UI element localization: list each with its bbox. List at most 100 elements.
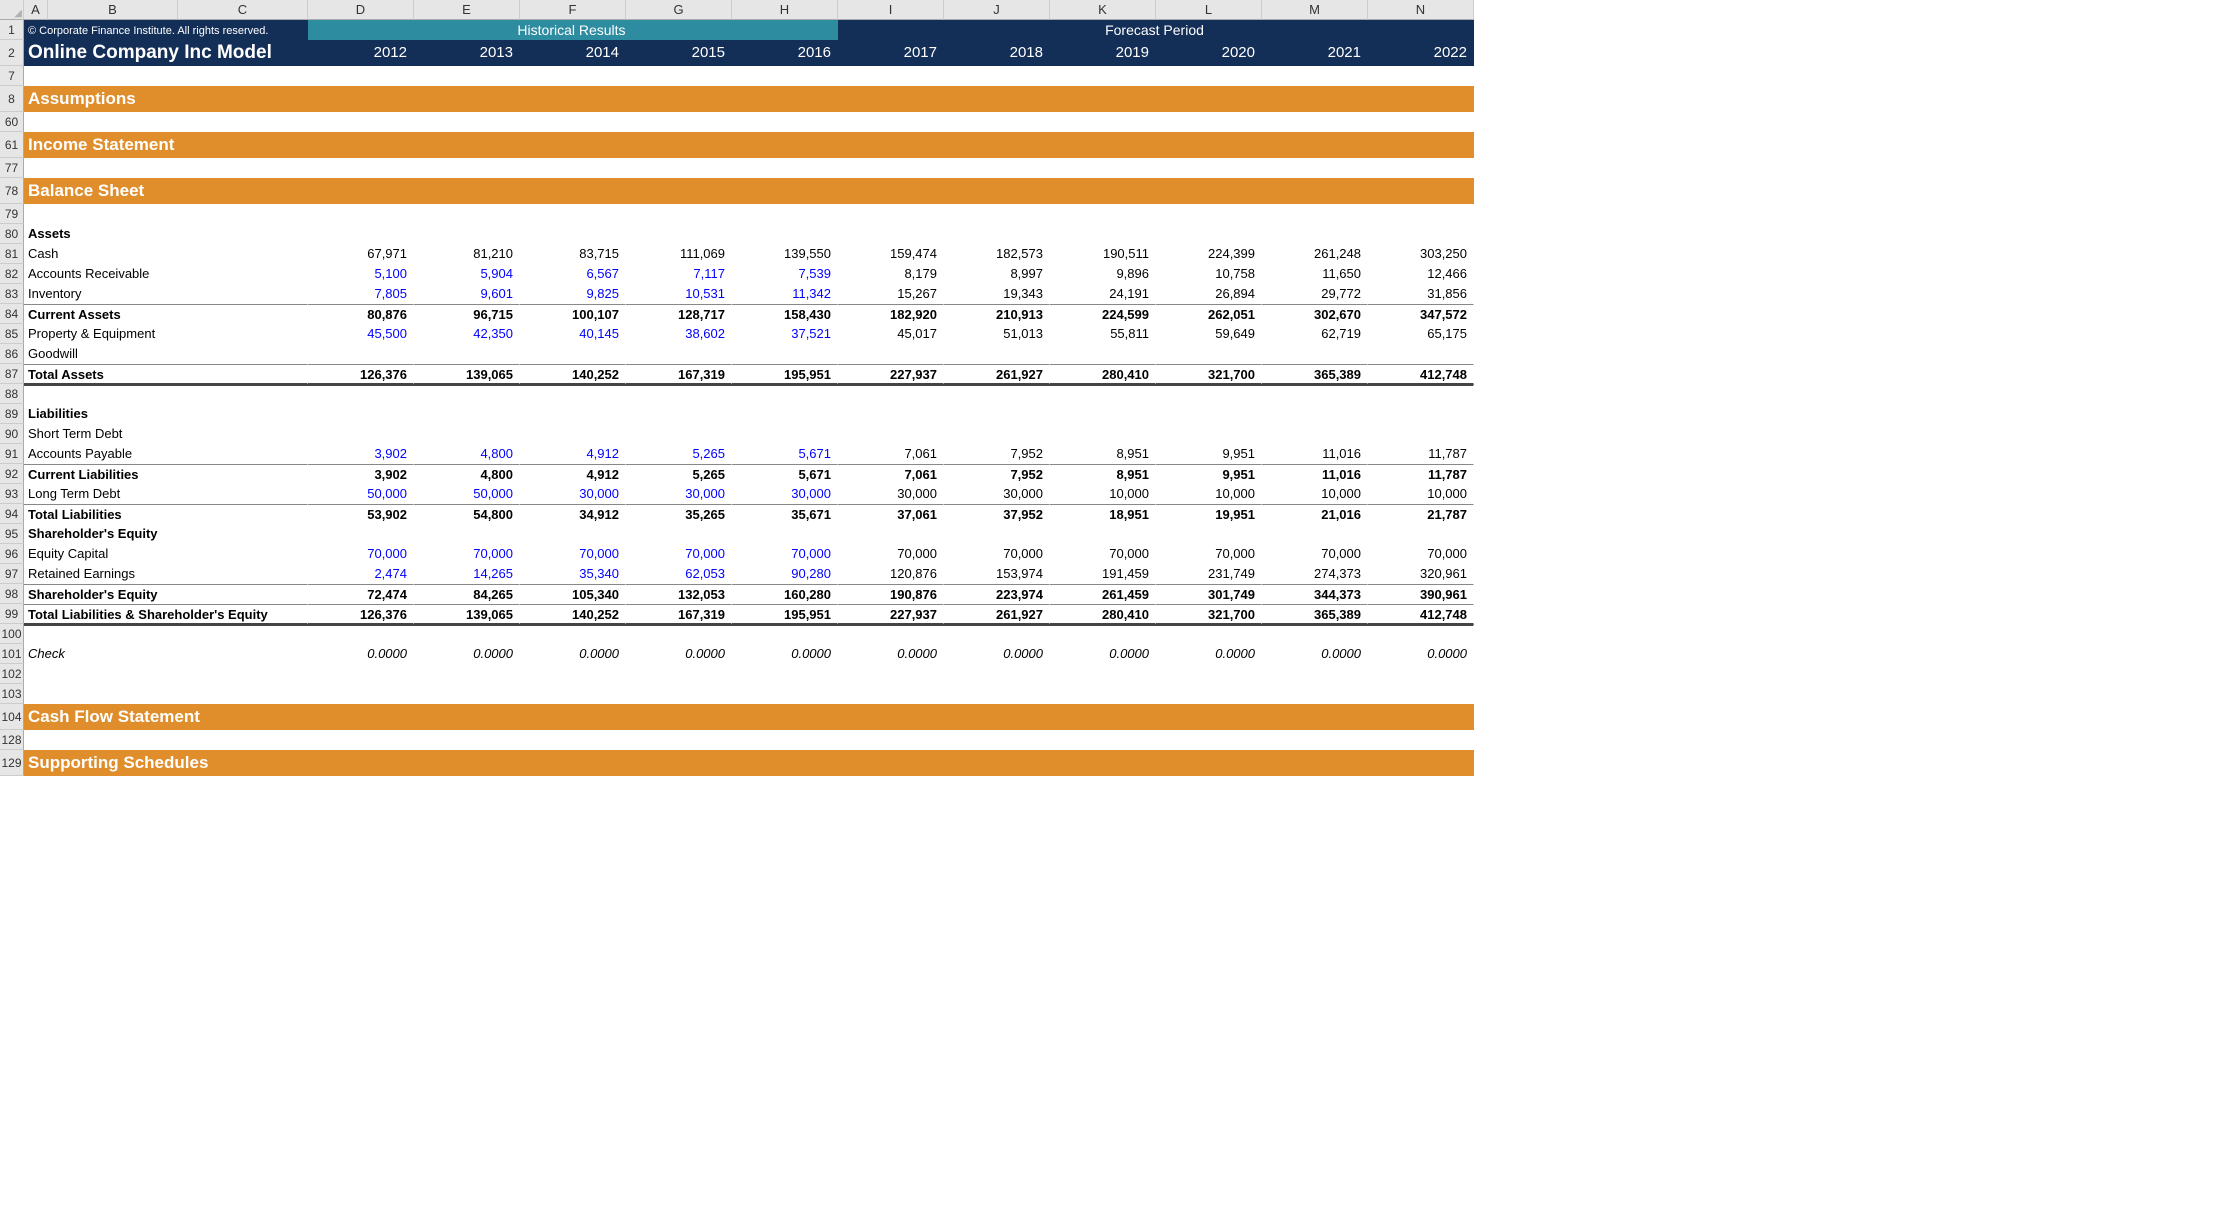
cell[interactable]: 50,000	[308, 484, 414, 504]
cell[interactable]: 0.0000	[732, 644, 838, 664]
cell[interactable]: 9,601	[414, 284, 520, 304]
cell[interactable]: 90,280	[732, 564, 838, 584]
spreadsheet-grid[interactable]: A B C D E F G H I J K L M N 1 © Corporat…	[0, 0, 2222, 776]
cell[interactable]: 14,265	[414, 564, 520, 584]
row-header[interactable]: 99	[0, 604, 24, 624]
label-she-total[interactable]: Shareholder's Equity	[24, 584, 308, 604]
col-header-M[interactable]: M	[1262, 0, 1368, 20]
col-header-L[interactable]: L	[1156, 0, 1262, 20]
row-header[interactable]: 94	[0, 504, 24, 524]
cell[interactable]: 45,500	[308, 324, 414, 344]
cell[interactable]: 10,000	[1368, 484, 1474, 504]
label-liabilities[interactable]: Liabilities	[24, 404, 308, 424]
cell[interactable]: 303,250	[1368, 244, 1474, 264]
cell[interactable]: 37,952	[944, 504, 1050, 524]
label-std[interactable]: Short Term Debt	[24, 424, 308, 444]
cell[interactable]: 153,974	[944, 564, 1050, 584]
cell[interactable]: 100,107	[520, 304, 626, 324]
label-ap[interactable]: Accounts Payable	[24, 444, 308, 464]
blank-row[interactable]	[24, 66, 1474, 86]
cell[interactable]: 280,410	[1050, 604, 1156, 624]
cell[interactable]: 321,700	[1156, 604, 1262, 624]
cell[interactable]: 11,787	[1368, 464, 1474, 484]
col-header-J[interactable]: J	[944, 0, 1050, 20]
cell[interactable]: 7,952	[944, 464, 1050, 484]
cell[interactable]: 19,343	[944, 284, 1050, 304]
cell[interactable]: 5,265	[626, 464, 732, 484]
cell[interactable]: 70,000	[1050, 544, 1156, 564]
cell[interactable]: 3,902	[308, 444, 414, 464]
row-header[interactable]: 2	[0, 40, 24, 66]
row-header[interactable]: 103	[0, 684, 24, 704]
cell[interactable]: 167,319	[626, 364, 732, 384]
cell[interactable]: 24,191	[1050, 284, 1156, 304]
cell[interactable]: 139,550	[732, 244, 838, 264]
year-2012[interactable]: 2012	[308, 40, 414, 66]
cell[interactable]: 9,825	[520, 284, 626, 304]
cell[interactable]: 38,602	[626, 324, 732, 344]
row-header[interactable]: 1	[0, 20, 24, 40]
blank-row[interactable]	[24, 158, 1474, 178]
row-header[interactable]: 84	[0, 304, 24, 324]
row-header[interactable]: 129	[0, 750, 24, 776]
cell[interactable]: 5,671	[732, 464, 838, 484]
row-header[interactable]: 88	[0, 384, 24, 404]
cell[interactable]: 7,539	[732, 264, 838, 284]
cell[interactable]: 81,210	[414, 244, 520, 264]
cell[interactable]: 54,800	[414, 504, 520, 524]
cell[interactable]: 224,599	[1050, 304, 1156, 324]
cell[interactable]: 35,265	[626, 504, 732, 524]
cell[interactable]: 158,430	[732, 304, 838, 324]
row-header[interactable]: 102	[0, 664, 24, 684]
row-header[interactable]: 77	[0, 158, 24, 178]
row-header[interactable]: 82	[0, 264, 24, 284]
row-header[interactable]: 8	[0, 86, 24, 112]
label-equity-capital[interactable]: Equity Capital	[24, 544, 308, 564]
cell[interactable]: 62,719	[1262, 324, 1368, 344]
cell[interactable]: 11,016	[1262, 464, 1368, 484]
cell[interactable]: 412,748	[1368, 364, 1474, 384]
row-header[interactable]: 7	[0, 66, 24, 86]
cell[interactable]: 31,856	[1368, 284, 1474, 304]
cell[interactable]: 96,715	[414, 304, 520, 324]
cell[interactable]: 105,340	[520, 584, 626, 604]
col-header-B[interactable]: B	[48, 0, 178, 20]
cell[interactable]: 8,951	[1050, 444, 1156, 464]
cell[interactable]: 18,951	[1050, 504, 1156, 524]
year-2021[interactable]: 2021	[1262, 40, 1368, 66]
cell[interactable]: 21,016	[1262, 504, 1368, 524]
cell[interactable]: 35,671	[732, 504, 838, 524]
cell[interactable]: 9,951	[1156, 464, 1262, 484]
cell[interactable]: 223,974	[944, 584, 1050, 604]
row-header[interactable]: 98	[0, 584, 24, 604]
cell[interactable]: 8,997	[944, 264, 1050, 284]
col-header-C[interactable]: C	[178, 0, 308, 20]
cell[interactable]: 70,000	[308, 544, 414, 564]
label-ar[interactable]: Accounts Receivable	[24, 264, 308, 284]
cell[interactable]: 280,410	[1050, 364, 1156, 384]
cell[interactable]: 347,572	[1368, 304, 1474, 324]
row-header[interactable]: 89	[0, 404, 24, 424]
row-header[interactable]: 81	[0, 244, 24, 264]
label-ppe[interactable]: Property & Equipment	[24, 324, 308, 344]
label-check[interactable]: Check	[24, 644, 308, 664]
cell[interactable]: 0.0000	[414, 644, 520, 664]
cell[interactable]: 182,920	[838, 304, 944, 324]
cell[interactable]: 140,252	[520, 364, 626, 384]
blank-row[interactable]	[24, 204, 1474, 224]
cell[interactable]: 10,000	[1050, 484, 1156, 504]
cell[interactable]: 11,787	[1368, 444, 1474, 464]
row-header[interactable]: 79	[0, 204, 24, 224]
label-assets[interactable]: Assets	[24, 224, 308, 244]
col-header-K[interactable]: K	[1050, 0, 1156, 20]
cell[interactable]: 195,951	[732, 604, 838, 624]
cell[interactable]: 126,376	[308, 364, 414, 384]
cell[interactable]: 4,912	[520, 464, 626, 484]
cell[interactable]: 65,175	[1368, 324, 1474, 344]
cell[interactable]: 160,280	[732, 584, 838, 604]
cell[interactable]: 37,521	[732, 324, 838, 344]
cell[interactable]: 84,265	[414, 584, 520, 604]
row-header[interactable]: 87	[0, 364, 24, 384]
blank-row[interactable]	[24, 112, 1474, 132]
section-assumptions[interactable]: Assumptions	[24, 86, 1474, 112]
